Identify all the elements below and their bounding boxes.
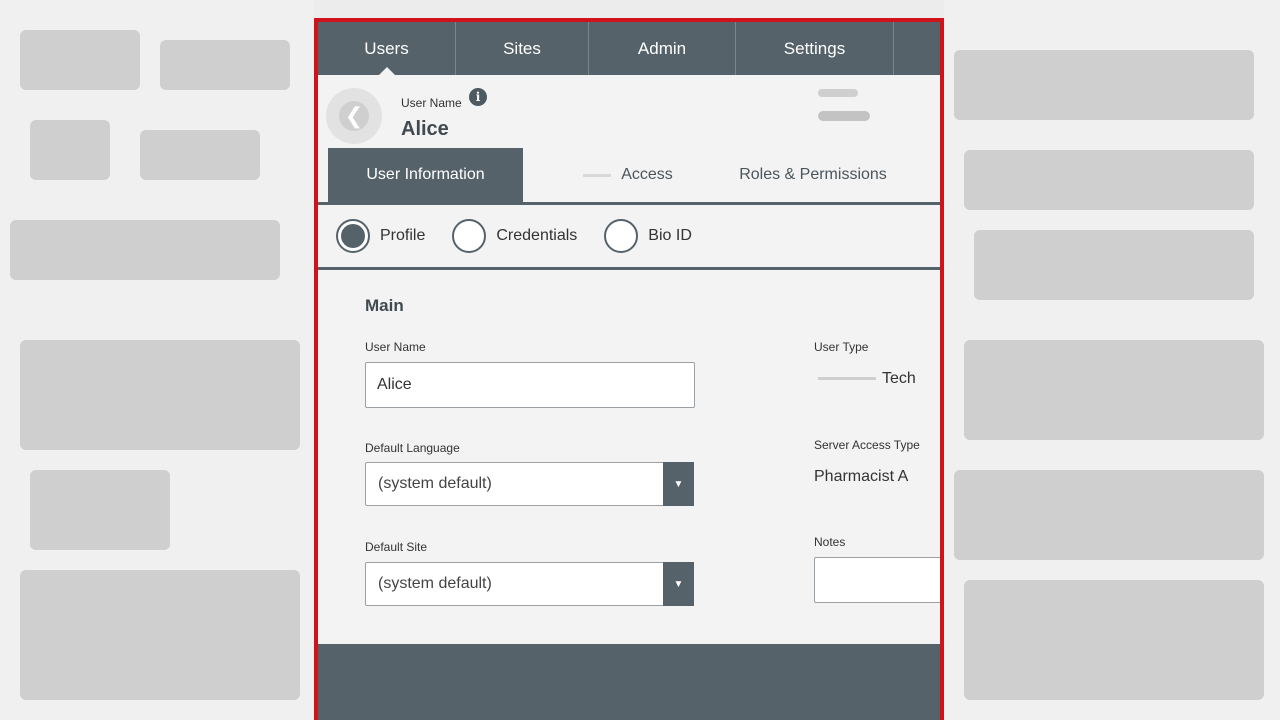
info-icon[interactable]: i — [469, 88, 487, 106]
default-language-value: (system default) — [378, 475, 492, 492]
sub-view-radios: Profile Credentials Bio ID — [318, 205, 940, 270]
main-section: Main User Name Default Language (system … — [318, 270, 940, 638]
tab-access[interactable]: Access — [523, 148, 733, 202]
blurred-text — [818, 377, 876, 380]
background-right — [944, 0, 1280, 720]
footer-bar — [318, 644, 940, 720]
back-button[interactable]: ❮ — [326, 88, 382, 144]
blurred-text — [583, 173, 612, 177]
default-site-value: (system default) — [378, 575, 492, 592]
server-access-type-value: Pharmacist A — [814, 468, 909, 485]
radio-unselected-icon — [604, 219, 639, 253]
radio-profile[interactable]: Profile — [336, 219, 425, 253]
blurred-text — [818, 89, 858, 97]
default-language-select[interactable]: (system default) ▼ — [365, 462, 694, 506]
radio-credentials[interactable]: Credentials — [452, 219, 577, 253]
nav-settings[interactable]: Settings — [736, 22, 894, 75]
notes-input[interactable] — [814, 557, 940, 603]
radio-label: Credentials — [496, 227, 578, 244]
user-type-value: Tech — [882, 370, 916, 387]
app-window: Users Sites Admin Settings ❮ User Name i… — [314, 18, 944, 720]
dropdown-arrow-icon: ▼ — [663, 562, 694, 606]
radio-label: Profile — [380, 227, 426, 244]
user-name-input[interactable] — [365, 362, 695, 408]
radio-unselected-icon — [452, 219, 487, 253]
radio-selected-icon — [336, 219, 370, 253]
user-name-heading: Alice — [401, 118, 449, 140]
dropdown-arrow-icon: ▼ — [663, 462, 694, 506]
server-access-type-label: Server Access Type — [814, 438, 920, 452]
section-title: Main — [365, 296, 404, 315]
tab-bar: User Information Access Roles & Permissi… — [318, 148, 940, 205]
nav-admin[interactable]: Admin — [589, 22, 736, 75]
background-left — [0, 0, 314, 720]
top-nav: Users Sites Admin Settings — [318, 22, 940, 76]
user-type-label: User Type — [814, 340, 869, 354]
nav-users[interactable]: Users — [318, 22, 456, 76]
nav-sites[interactable]: Sites — [456, 22, 589, 75]
default-language-label: Default Language — [365, 441, 460, 455]
default-site-label: Default Site — [365, 540, 428, 554]
blurred-text — [818, 111, 870, 121]
radio-bio-id[interactable]: Bio ID — [604, 219, 692, 253]
user-name-label: User Name — [401, 96, 462, 110]
notes-label: Notes — [814, 535, 846, 549]
user-name-field-label: User Name — [365, 340, 426, 354]
radio-label: Bio ID — [648, 227, 692, 244]
tab-user-information[interactable]: User Information — [328, 148, 523, 202]
chevron-left-icon: ❮ — [339, 101, 369, 131]
tab-access-label: Access — [621, 166, 673, 183]
tab-roles-permissions[interactable]: Roles & Permissions — [733, 148, 893, 202]
default-site-select[interactable]: (system default) ▼ — [365, 562, 694, 606]
user-header: ❮ User Name i Alice — [318, 75, 940, 148]
